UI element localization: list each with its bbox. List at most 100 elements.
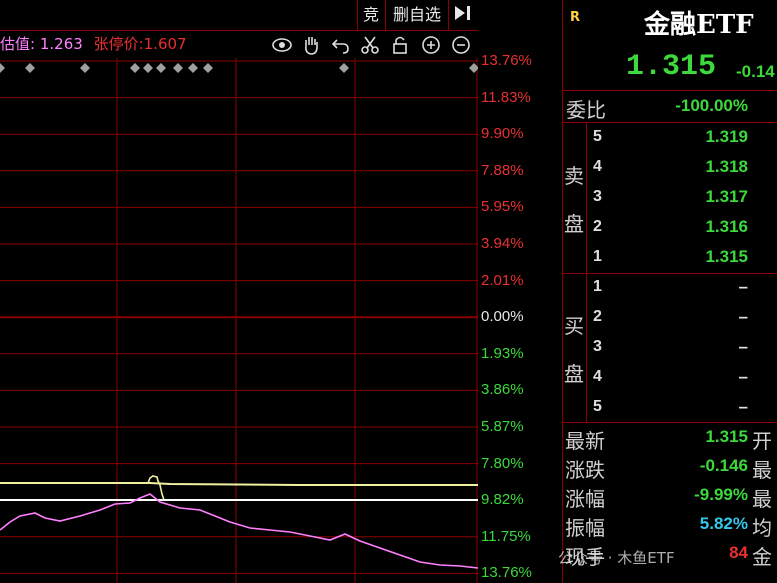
chart-grid [0,58,478,583]
intraday-chart[interactable] [0,58,478,583]
event-marker[interactable] [143,63,153,73]
event-marker[interactable] [130,63,140,73]
weibi-label: 委比 [566,98,606,122]
sell-label-1: 卖 [564,164,584,188]
percent-label: 11.75% [481,527,531,545]
divider [586,123,587,273]
stat-side-label: 金 [752,545,772,569]
toolbar-separator [385,0,386,30]
stat-side-label: 最 [752,458,772,482]
order-level-index: 1 [593,248,602,265]
event-markers [0,63,478,73]
stat-value: 5.82% [699,514,748,533]
percent-label: 2.01% [481,271,524,289]
zoom-in-icon[interactable] [420,34,442,56]
limit-value: 1.607 [143,35,187,53]
stat-value: 1.315 [705,427,748,446]
percent-label: 5.87% [481,418,524,435]
stat-label: 涨幅 [565,487,605,511]
buy-label-1: 买 [564,314,584,338]
order-level-price[interactable]: 1.315 [658,247,748,267]
toolbar-separator [448,0,449,30]
eye-icon[interactable] [271,34,293,56]
order-level-index: 1 [593,278,602,295]
stat-side-label: 最 [752,487,772,511]
event-marker[interactable] [203,63,213,73]
event-marker[interactable] [25,63,35,73]
order-level-price[interactable]: – [658,397,748,417]
jing-button[interactable]: 竞 [358,2,384,28]
percent-label: 0.00% [481,308,524,326]
order-level-index: 4 [593,158,602,175]
stat-value: -9.99% [694,485,748,504]
price-line [0,493,478,569]
order-level-price[interactable]: – [658,277,748,297]
margin-badge: R [570,10,581,25]
event-marker[interactable] [156,63,166,73]
divider [562,90,777,91]
percent-label: 13.76% [481,564,532,582]
order-level-index: 4 [593,368,602,385]
order-level-price[interactable]: 1.317 [658,187,748,207]
zoom-out-icon[interactable] [450,34,472,56]
divider [586,274,587,422]
divider [562,122,777,123]
percent-label: 9.82% [481,491,524,509]
order-level-price[interactable]: 1.319 [658,127,748,147]
sell-label-2: 盘 [564,212,584,236]
stat-side-label: 开 [752,429,772,453]
percent-label: 7.88% [481,161,524,179]
order-level-price[interactable]: 1.316 [658,217,748,237]
order-level-index: 3 [593,188,602,205]
order-level-index: 5 [593,128,602,145]
percent-label: 11.83% [481,88,531,106]
buy-label-2: 盘 [564,362,584,386]
order-level-index: 2 [593,218,602,235]
watermark: 公众号 · 木鱼ETF [558,549,675,567]
top-toolbar: 竞 删自选 [0,0,560,31]
order-level-price[interactable]: – [658,307,748,327]
price-spike [147,475,165,501]
divider [562,422,777,423]
lock-icon[interactable] [389,34,411,56]
estimate-label: 估值: [0,35,36,53]
event-marker[interactable] [0,63,5,73]
percent-label: 7.80% [481,454,524,472]
weibi-value: -100.00% [675,96,748,115]
price-change: -0.14 [736,62,775,81]
panel-border [562,0,563,583]
stat-value: -0.146 [699,456,748,475]
percent-label: 5.95% [481,198,524,216]
limit-label: 张停价: [93,35,144,53]
event-marker[interactable] [339,63,349,73]
estimate-value: 1.263 [39,35,83,53]
stat-label: 振幅 [565,516,605,540]
order-level-index: 3 [593,338,602,355]
average-price-line [0,482,478,486]
percent-label: 1.93% [481,344,524,362]
undo-icon[interactable] [330,34,352,56]
last-price: 1.315 [626,50,717,84]
percent-label: 13.76% [481,52,532,69]
percent-label: 9.90% [481,125,524,143]
scissors-icon[interactable] [359,34,381,56]
percent-label: 3.94% [481,235,524,252]
event-marker[interactable] [80,63,90,73]
order-level-index: 2 [593,308,602,325]
stat-side-label: 均 [752,516,772,540]
delete-watchlist-button[interactable]: 删自选 [387,2,447,28]
percent-label: 3.86% [481,381,524,399]
stock-name: 金融ETF [644,10,754,40]
quote-panel: R 金融ETF 1.315 -0.14 委比 -100.00% 卖 盘 5 1.3… [562,0,777,583]
order-level-price[interactable]: – [658,367,748,387]
event-marker[interactable] [188,63,198,73]
hand-icon[interactable] [300,34,322,56]
stat-label: 最新 [565,429,605,453]
order-level-price[interactable]: 1.318 [658,157,748,177]
order-level-index: 5 [593,398,602,415]
stat-label: 涨跌 [565,458,605,482]
event-marker[interactable] [173,63,183,73]
order-level-price[interactable]: – [658,337,748,357]
collapse-panel-icon[interactable] [450,2,476,28]
divider [562,273,777,274]
